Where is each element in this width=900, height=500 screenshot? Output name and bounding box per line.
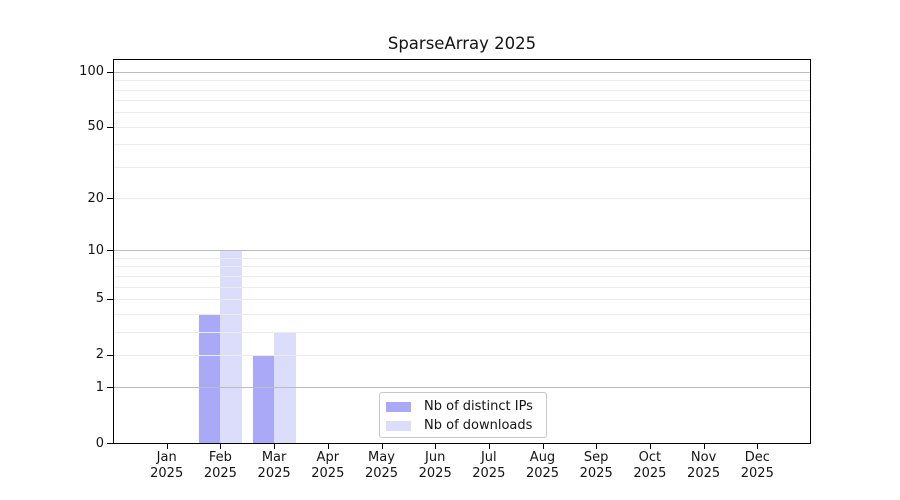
x-tick-label-dec: Dec 2025 bbox=[727, 450, 787, 481]
legend-item-distinct-ips: Nb of distinct IPs bbox=[380, 397, 546, 416]
y-tick-mark-20 bbox=[107, 198, 113, 199]
y-gridline-major-10 bbox=[114, 250, 810, 251]
y-tick-mark-1 bbox=[107, 387, 113, 388]
x-tick-mark-jul bbox=[489, 444, 490, 449]
y-tick-label-100: 100 bbox=[56, 64, 104, 79]
x-tick-label-apr: Apr 2025 bbox=[298, 450, 358, 481]
y-tick-mark-0 bbox=[107, 443, 113, 444]
y-gridline-minor-4 bbox=[114, 314, 810, 315]
y-tick-mark-50 bbox=[107, 127, 113, 128]
y-gridline-minor-60 bbox=[114, 112, 810, 113]
x-tick-label-sep: Sep 2025 bbox=[566, 450, 626, 481]
x-tick-label-mar: Mar 2025 bbox=[244, 450, 304, 481]
y-gridline-minor-7 bbox=[114, 276, 810, 277]
x-tick-mark-feb bbox=[220, 444, 221, 449]
x-tick-label-nov: Nov 2025 bbox=[674, 450, 734, 481]
x-tick-mark-may bbox=[382, 444, 383, 449]
y-gridline-minor-80 bbox=[114, 90, 810, 91]
x-tick-mark-oct bbox=[650, 444, 651, 449]
y-tick-mark-5 bbox=[107, 299, 113, 300]
legend-swatch-distinct-ips bbox=[386, 402, 411, 412]
x-tick-mark-aug bbox=[543, 444, 544, 449]
x-tick-label-jul: Jul 2025 bbox=[459, 450, 519, 481]
y-gridline-minor-30 bbox=[114, 167, 810, 168]
x-tick-label-oct: Oct 2025 bbox=[620, 450, 680, 481]
y-gridline-minor-70 bbox=[114, 100, 810, 101]
y-gridline-minor-9 bbox=[114, 258, 810, 259]
grid-layer bbox=[114, 60, 810, 443]
y-tick-mark-100 bbox=[107, 72, 113, 73]
x-tick-label-aug: Aug 2025 bbox=[513, 450, 573, 481]
y-gridline-minor-8 bbox=[114, 266, 810, 267]
plot-area bbox=[113, 59, 811, 444]
y-gridline-minor-90 bbox=[114, 80, 810, 81]
y-gridline-major-100 bbox=[114, 72, 810, 73]
x-tick-mark-sep bbox=[596, 444, 597, 449]
y-tick-label-5: 5 bbox=[56, 291, 104, 306]
x-tick-mark-dec bbox=[757, 444, 758, 449]
x-tick-label-jan: Jan 2025 bbox=[137, 450, 197, 481]
y-gridline-minor-50 bbox=[114, 127, 810, 128]
x-tick-label-feb: Feb 2025 bbox=[190, 450, 250, 481]
legend-swatch-downloads bbox=[386, 421, 411, 431]
legend-item-downloads: Nb of downloads bbox=[380, 416, 546, 435]
legend: Nb of distinct IPs Nb of downloads bbox=[379, 392, 547, 438]
y-tick-label-10: 10 bbox=[56, 243, 104, 258]
legend-label-downloads: Nb of downloads bbox=[424, 418, 532, 433]
y-tick-label-2: 2 bbox=[56, 347, 104, 362]
legend-label-distinct-ips: Nb of distinct IPs bbox=[424, 399, 533, 414]
y-gridline-minor-6 bbox=[114, 287, 810, 288]
x-tick-label-may: May 2025 bbox=[352, 450, 412, 481]
chart-title: SparseArray 2025 bbox=[113, 34, 811, 54]
x-tick-mark-jan bbox=[167, 444, 168, 449]
y-gridline-minor-20 bbox=[114, 198, 810, 199]
x-tick-mark-jun bbox=[435, 444, 436, 449]
y-gridline-minor-5 bbox=[114, 299, 810, 300]
y-gridline-minor-40 bbox=[114, 144, 810, 145]
y-tick-label-0: 0 bbox=[56, 436, 104, 451]
y-gridline-major-1 bbox=[114, 387, 810, 388]
y-tick-label-50: 50 bbox=[56, 119, 104, 134]
x-tick-label-jun: Jun 2025 bbox=[405, 450, 465, 481]
y-tick-mark-10 bbox=[107, 250, 113, 251]
y-gridline-minor-2 bbox=[114, 355, 810, 356]
y-tick-label-20: 20 bbox=[56, 191, 104, 206]
x-tick-mark-mar bbox=[274, 444, 275, 449]
y-tick-label-1: 1 bbox=[56, 380, 104, 395]
y-tick-mark-2 bbox=[107, 355, 113, 356]
figure: SparseArray 2025 0 1 2 5 10 20 50 100 Jan 2025Fe… bbox=[0, 0, 900, 500]
x-tick-mark-apr bbox=[328, 444, 329, 449]
x-tick-mark-nov bbox=[704, 444, 705, 449]
y-gridline-minor-3 bbox=[114, 332, 810, 333]
